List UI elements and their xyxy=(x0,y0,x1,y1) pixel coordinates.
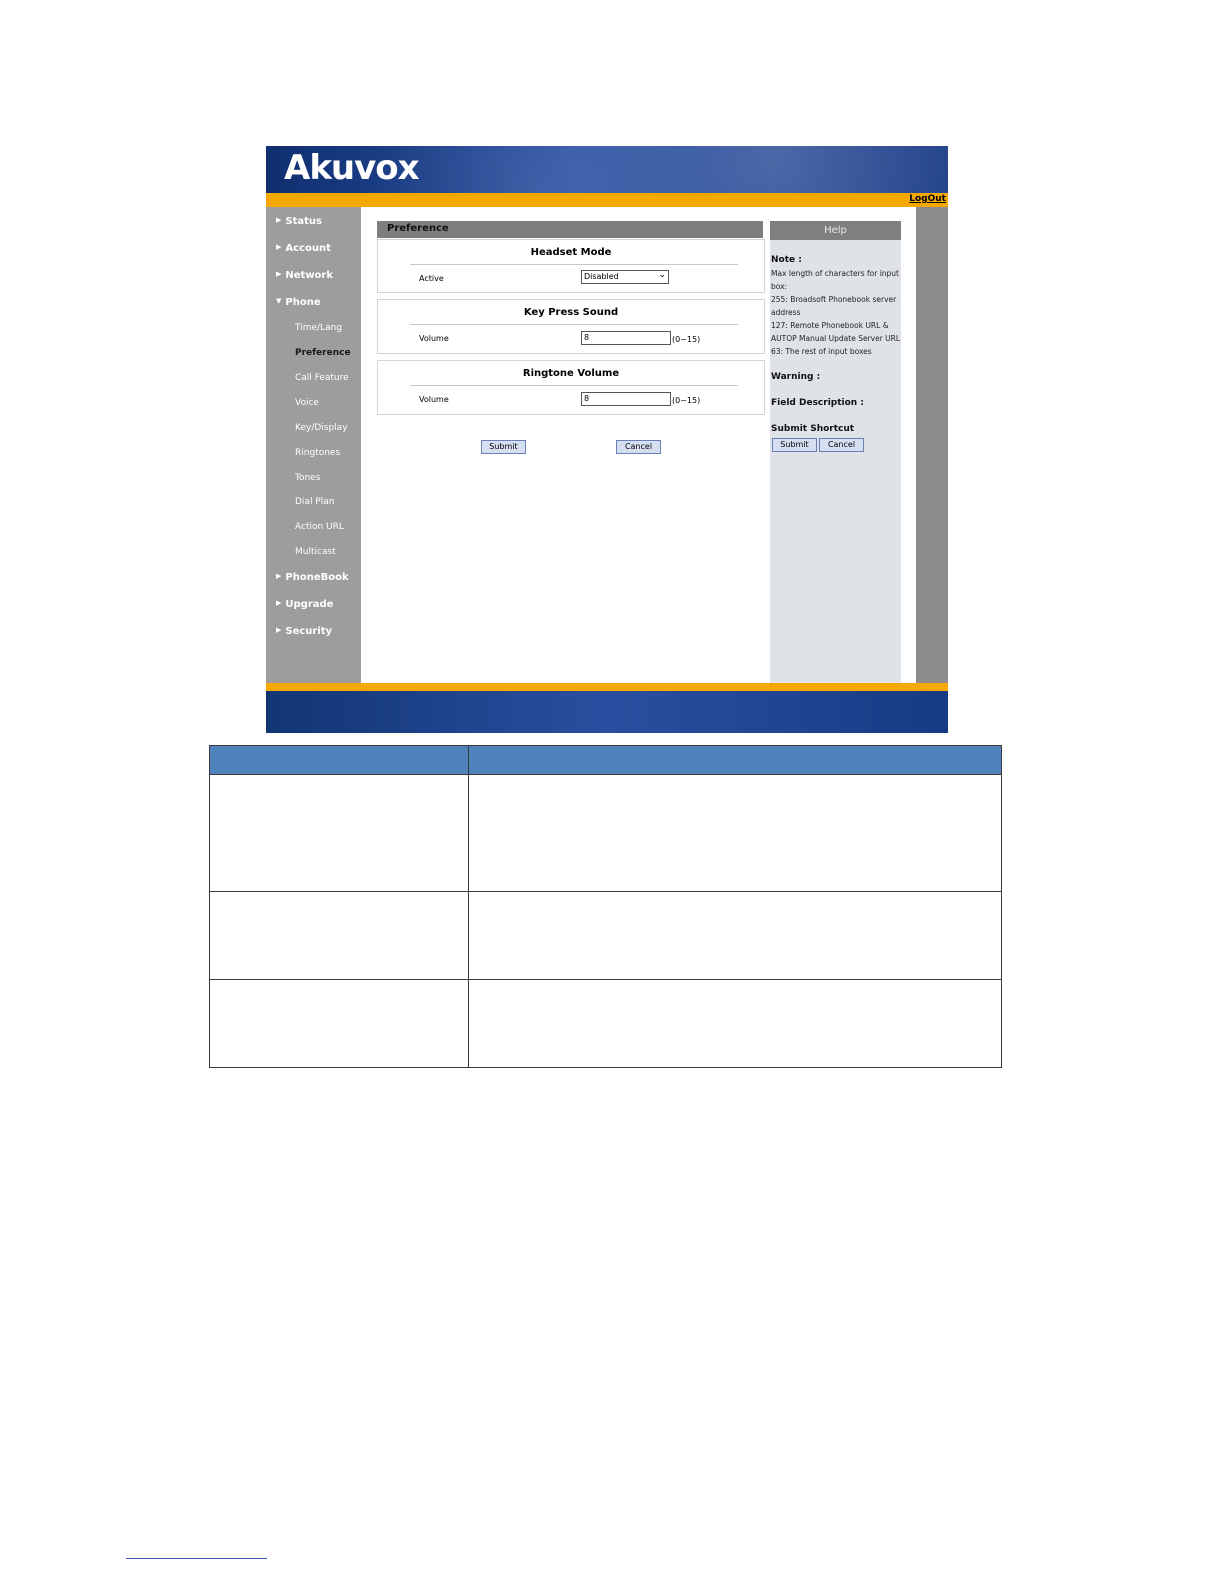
submit-button[interactable]: Submit xyxy=(481,440,526,454)
sidebar-subitem-time-lang[interactable]: Time/Lang xyxy=(295,323,342,333)
sidebar-item-network[interactable]: ▶ Network xyxy=(276,270,333,281)
sidebar-subitem-action-url[interactable]: Action URL xyxy=(295,522,344,532)
triangle-right-icon: ▶ xyxy=(276,599,282,607)
help-field-description-label: Field Description : xyxy=(771,398,864,408)
help-warning-label: Warning : xyxy=(771,372,821,382)
field-description-table xyxy=(209,745,1002,1068)
help-panel: Help Note : Max length of characters for… xyxy=(770,221,901,683)
help-note-label: Note : xyxy=(771,255,802,265)
right-margin xyxy=(916,207,948,683)
section-title: Headset Mode xyxy=(530,247,612,258)
sidebar-subitem-voice[interactable]: Voice xyxy=(295,398,319,408)
triangle-right-icon: ▶ xyxy=(276,572,282,580)
field-label: Volume xyxy=(419,395,449,404)
table-column-divider xyxy=(468,745,469,1068)
section-title: Ringtone Volume xyxy=(522,368,620,379)
table-row-divider xyxy=(209,979,1002,980)
help-submit-shortcut-label: Submit Shortcut xyxy=(771,424,855,434)
main-content: Preference Headset Mode Active Disabled … xyxy=(361,207,916,683)
section-divider xyxy=(410,385,738,386)
sidebar-item-phonebook[interactable]: ▶ PhoneBook xyxy=(276,572,349,583)
help-note-line: 255: Broadsoft Phonebook server address xyxy=(771,295,897,317)
key-press-volume-input[interactable]: 8 xyxy=(581,331,671,345)
field-label: Active xyxy=(419,274,444,283)
headset-mode-select[interactable]: Disabled ⌄ xyxy=(581,270,669,284)
range-hint: (0~15) xyxy=(672,335,701,344)
help-note-line: 127: Remote Phonebook URL & AUTOP Manual… xyxy=(771,321,901,343)
ringtone-volume-input[interactable]: 8 xyxy=(581,392,671,406)
page-title-bar: Preference xyxy=(377,221,763,238)
top-banner: Akuvox xyxy=(266,146,948,193)
footnote-separator xyxy=(126,1558,267,1559)
section-divider xyxy=(410,324,738,325)
logout-link[interactable]: LogOut xyxy=(909,194,946,204)
sidebar: ▶ Status ▶ Account ▶ Network ▼ Phone Time/La… xyxy=(266,207,361,683)
table-row-divider xyxy=(209,891,1002,892)
triangle-down-icon: ▼ xyxy=(276,297,282,305)
sidebar-item-phone[interactable]: ▼ Phone xyxy=(276,297,321,308)
triangle-right-icon: ▶ xyxy=(276,270,282,278)
chevron-down-icon: ⌄ xyxy=(658,270,666,280)
section-headset-mode: Headset Mode Active Disabled ⌄ xyxy=(377,239,765,293)
help-note-line: Max length of characters for input box: xyxy=(771,269,899,291)
sidebar-subitem-call-feature[interactable]: Call Feature xyxy=(295,373,349,383)
sidebar-subitem-ringtones[interactable]: Ringtones xyxy=(295,448,340,458)
bottom-banner xyxy=(266,691,948,733)
triangle-right-icon: ▶ xyxy=(276,626,282,634)
sidebar-item-upgrade[interactable]: ▶ Upgrade xyxy=(276,599,333,610)
sidebar-subitem-multicast[interactable]: Multicast xyxy=(295,547,336,557)
range-hint: (0~15) xyxy=(672,396,701,405)
section-key-press-sound: Key Press Sound Volume 8 (0~15) xyxy=(377,299,765,354)
cancel-button[interactable]: Cancel xyxy=(616,440,661,454)
triangle-right-icon: ▶ xyxy=(276,216,282,224)
page-title: Preference xyxy=(387,223,449,234)
sidebar-subitem-dial-plan[interactable]: Dial Plan xyxy=(295,497,334,507)
sidebar-subitem-preference[interactable]: Preference xyxy=(295,348,351,358)
sidebar-item-status[interactable]: ▶ Status xyxy=(276,216,322,227)
sidebar-subitem-key-display[interactable]: Key/Display xyxy=(295,423,348,433)
sidebar-item-security[interactable]: ▶ Security xyxy=(276,626,332,637)
sidebar-subitem-tones[interactable]: Tones xyxy=(295,473,320,483)
section-title: Key Press Sound xyxy=(523,307,619,318)
sidebar-item-account[interactable]: ▶ Account xyxy=(276,243,331,254)
orange-footer-bar xyxy=(266,683,948,691)
shortcut-submit-button[interactable]: Submit xyxy=(772,438,817,452)
triangle-right-icon: ▶ xyxy=(276,243,282,251)
section-divider xyxy=(410,264,738,265)
section-ringtone-volume: Ringtone Volume Volume 8 (0~15) xyxy=(377,360,765,415)
orange-header-bar xyxy=(266,193,948,207)
field-label: Volume xyxy=(419,334,449,343)
shortcut-cancel-button[interactable]: Cancel xyxy=(819,438,864,452)
table-border xyxy=(209,745,1002,1068)
web-ui-screenshot: Akuvox LogOut ▶ Status ▶ Account ▶ Network … xyxy=(266,146,948,733)
help-title: Help xyxy=(770,221,901,240)
akuvox-logo: Akuvox xyxy=(284,148,420,188)
help-note-line: 63: The rest of input boxes xyxy=(771,347,872,356)
